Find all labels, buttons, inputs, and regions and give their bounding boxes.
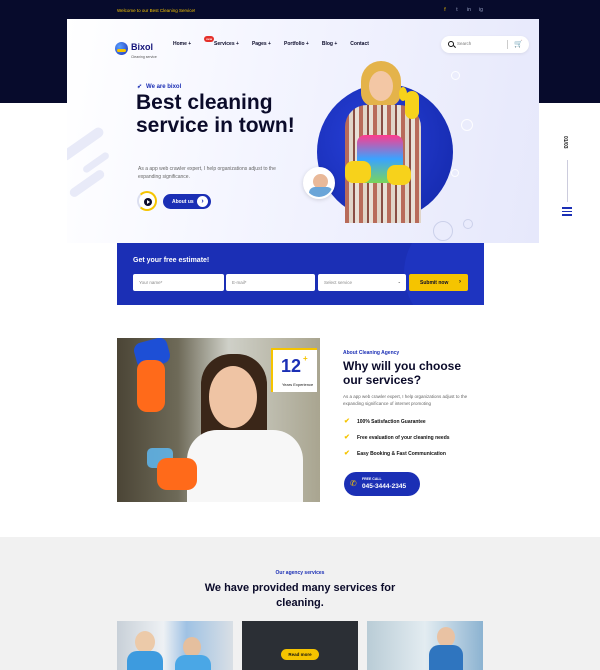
estimate-title: Get your free estimate! [133,257,210,264]
cart-icon[interactable]: 🛒 [514,41,523,48]
read-more-button[interactable]: Read more [281,649,319,660]
check-icon: ✔ [344,434,350,441]
hero-section: Bixol Cleaning service Home + new Service… [67,19,539,243]
service-select-label: Select service [324,280,353,285]
feature-item: ✔ Free evaluation of your cleaning needs [343,434,483,450]
services-section: Our agency services We have provided man… [0,537,600,670]
facebook-icon[interactable]: f [442,7,448,13]
nav-menu: Home + new Services + Pages + Portfolio +… [173,36,369,47]
hamburger-menu-icon[interactable] [562,207,572,218]
nav-item-portfolio[interactable]: Portfolio + [284,41,309,47]
slide-indicator: 01/03 [562,136,572,218]
main-nav: Bixol Cleaning service Home + new Service… [115,36,529,59]
phone-icon: ✆ [350,479,357,488]
service-card[interactable] [367,621,483,670]
nav-item-home[interactable]: Home + new [173,36,215,47]
about-us-button[interactable]: About us › [163,194,211,209]
service-card[interactable] [117,621,233,670]
logo-name: Bixol [131,42,154,52]
about-us-label: About us [172,199,194,205]
hero-description: As a app web crawler expert, I help orga… [138,166,276,180]
free-call-button[interactable]: ✆ FREE CALL 045-3444-2345 [344,472,420,496]
search-icon[interactable] [448,41,454,47]
hero-tagline-text: We are bixol [146,83,182,90]
feature-label: Easy Booking & Fast Communication [357,451,446,457]
bubble-decor [451,169,459,177]
nav-item-services[interactable]: Services + [214,41,239,47]
new-badge: new [204,36,215,42]
experience-years: 12 [281,356,302,376]
social-links: f t in ig [442,7,484,13]
welcome-text: Welcome to our Best Cleaning Service! [117,8,196,13]
divider [507,40,508,49]
instagram-icon[interactable]: ig [478,7,484,13]
logo[interactable]: Bixol Cleaning service [115,37,157,59]
nav-item-pages[interactable]: Pages + [252,41,271,47]
service-card[interactable]: Read more [242,621,358,670]
services-title: We have provided many services for clean… [204,582,396,609]
check-icon: ✔ [344,450,350,457]
bubble-decor [461,119,473,131]
search-box[interactable]: Search 🛒 [441,36,529,53]
twitter-icon[interactable]: t [454,7,460,13]
phone-number: 045-3444-2345 [362,483,407,490]
chevron-down-icon: ⌄ [397,279,401,284]
slide-progress-line [567,160,568,202]
experience-label: Years Experience [282,382,314,387]
bubble-decor [433,221,453,241]
about-description: As a app web crawler expert, I help orga… [343,394,468,406]
service-select[interactable]: Select service ⌄ [318,274,406,291]
search-input[interactable]: Search [457,41,471,46]
feature-list: ✔ 100% Satisfaction Guarantee ✔ Free evalu… [343,418,483,466]
about-title: Why will you choose our services? [343,359,462,387]
hero-headline: Best cleaning service in town! [136,91,295,137]
submit-button[interactable]: Submit now › [409,274,468,291]
play-icon [147,200,150,204]
experience-badge: 12 + Years Experience [271,348,317,392]
hero-cleaner-image [339,61,431,223]
rocket-icon: ➶ [137,84,143,90]
free-call-label: FREE CALL [362,477,382,481]
small-cleaner-avatar [303,167,335,199]
bubble-decor [451,71,460,80]
logo-tagline: Cleaning service [131,55,157,59]
bubble-decor [463,219,473,229]
linkedin-icon[interactable]: in [466,7,472,13]
play-video-button[interactable] [137,191,157,211]
services-subtitle: Our agency services [275,570,325,576]
arrow-right-icon: › [197,196,208,207]
name-field[interactable]: Your name* [133,274,224,291]
top-info-bar: Welcome to our Best Cleaning Service! f … [117,6,484,16]
feature-item: ✔ 100% Satisfaction Guarantee [343,418,483,434]
estimate-form: Get your free estimate! Your name* E-mai… [117,243,484,305]
chevron-right-icon: › [459,279,461,285]
submit-label: Submit now [420,280,449,286]
nav-item-contact[interactable]: Contact [350,41,369,47]
slide-counter: 01/03 [562,136,568,149]
check-icon: ✔ [344,418,350,425]
feature-label: 100% Satisfaction Guarantee [357,419,426,425]
about-cleaner-image: 12 + Years Experience [117,338,320,502]
nav-item-blog[interactable]: Blog + [322,41,337,47]
plus-icon: + [303,354,308,363]
logo-globe-icon [115,41,128,55]
nav-item-label: Home + [173,41,192,47]
hero-tagline: ➶ We are bixol [137,83,182,91]
feature-label: Free evaluation of your cleaning needs [357,435,450,441]
feature-item: ✔ Easy Booking & Fast Communication [343,450,483,466]
about-subtitle: About Cleaning Agency [343,350,400,356]
email-field[interactable]: E-mail* [226,274,315,291]
